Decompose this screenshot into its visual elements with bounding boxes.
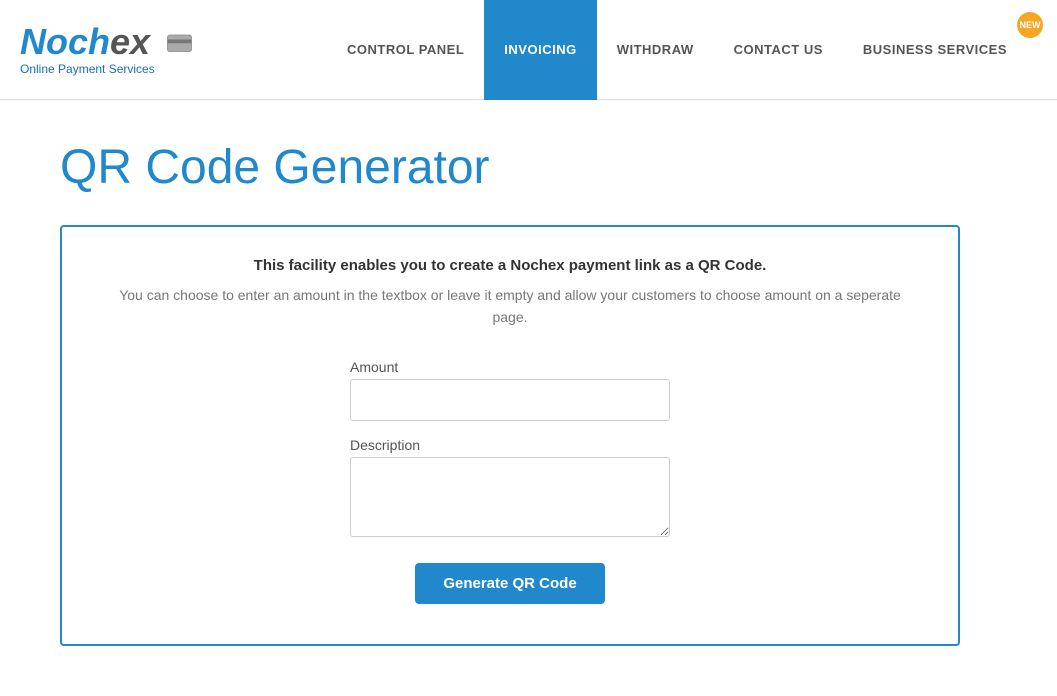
- logo-card-icon: [166, 29, 196, 59]
- panel-bold-line: This facility enables you to create a No…: [102, 257, 918, 274]
- description-field-group: Description: [350, 437, 670, 537]
- nav-item-contact-us[interactable]: CONTACT US: [714, 0, 843, 100]
- nav-item-withdraw[interactable]: WITHDRAW: [597, 0, 714, 100]
- form-fields: Amount Description Generate QR Code: [102, 359, 918, 604]
- logo-area: Nochex Online Payment Services: [20, 24, 196, 76]
- amount-label: Amount: [350, 359, 670, 375]
- form-panel: This facility enables you to create a No…: [60, 225, 960, 646]
- description-input[interactable]: [350, 457, 670, 537]
- nav-item-business-services[interactable]: BUSINESS SERVICES NEW: [843, 0, 1037, 100]
- logo-tagline: Online Payment Services: [20, 62, 196, 76]
- description-label: Description: [350, 437, 670, 453]
- new-badge: NEW: [1017, 12, 1043, 38]
- amount-field-group: Amount: [350, 359, 670, 421]
- logo-brand: Nochex: [20, 24, 196, 60]
- page-content: QR Code Generator This facility enables …: [0, 100, 1057, 686]
- panel-normal-line: You can choose to enter an amount in the…: [102, 284, 918, 329]
- header: Nochex Online Payment Services CONTROL P…: [0, 0, 1057, 100]
- amount-input[interactable]: [350, 379, 670, 421]
- generate-qr-button[interactable]: Generate QR Code: [415, 563, 604, 604]
- panel-description: This facility enables you to create a No…: [102, 257, 918, 329]
- page-title: QR Code Generator: [60, 140, 997, 195]
- main-nav: CONTROL PANEL INVOICING WITHDRAW CONTACT…: [327, 0, 1037, 100]
- nav-item-control-panel[interactable]: CONTROL PANEL: [327, 0, 484, 100]
- nav-item-invoicing[interactable]: INVOICING: [484, 0, 596, 100]
